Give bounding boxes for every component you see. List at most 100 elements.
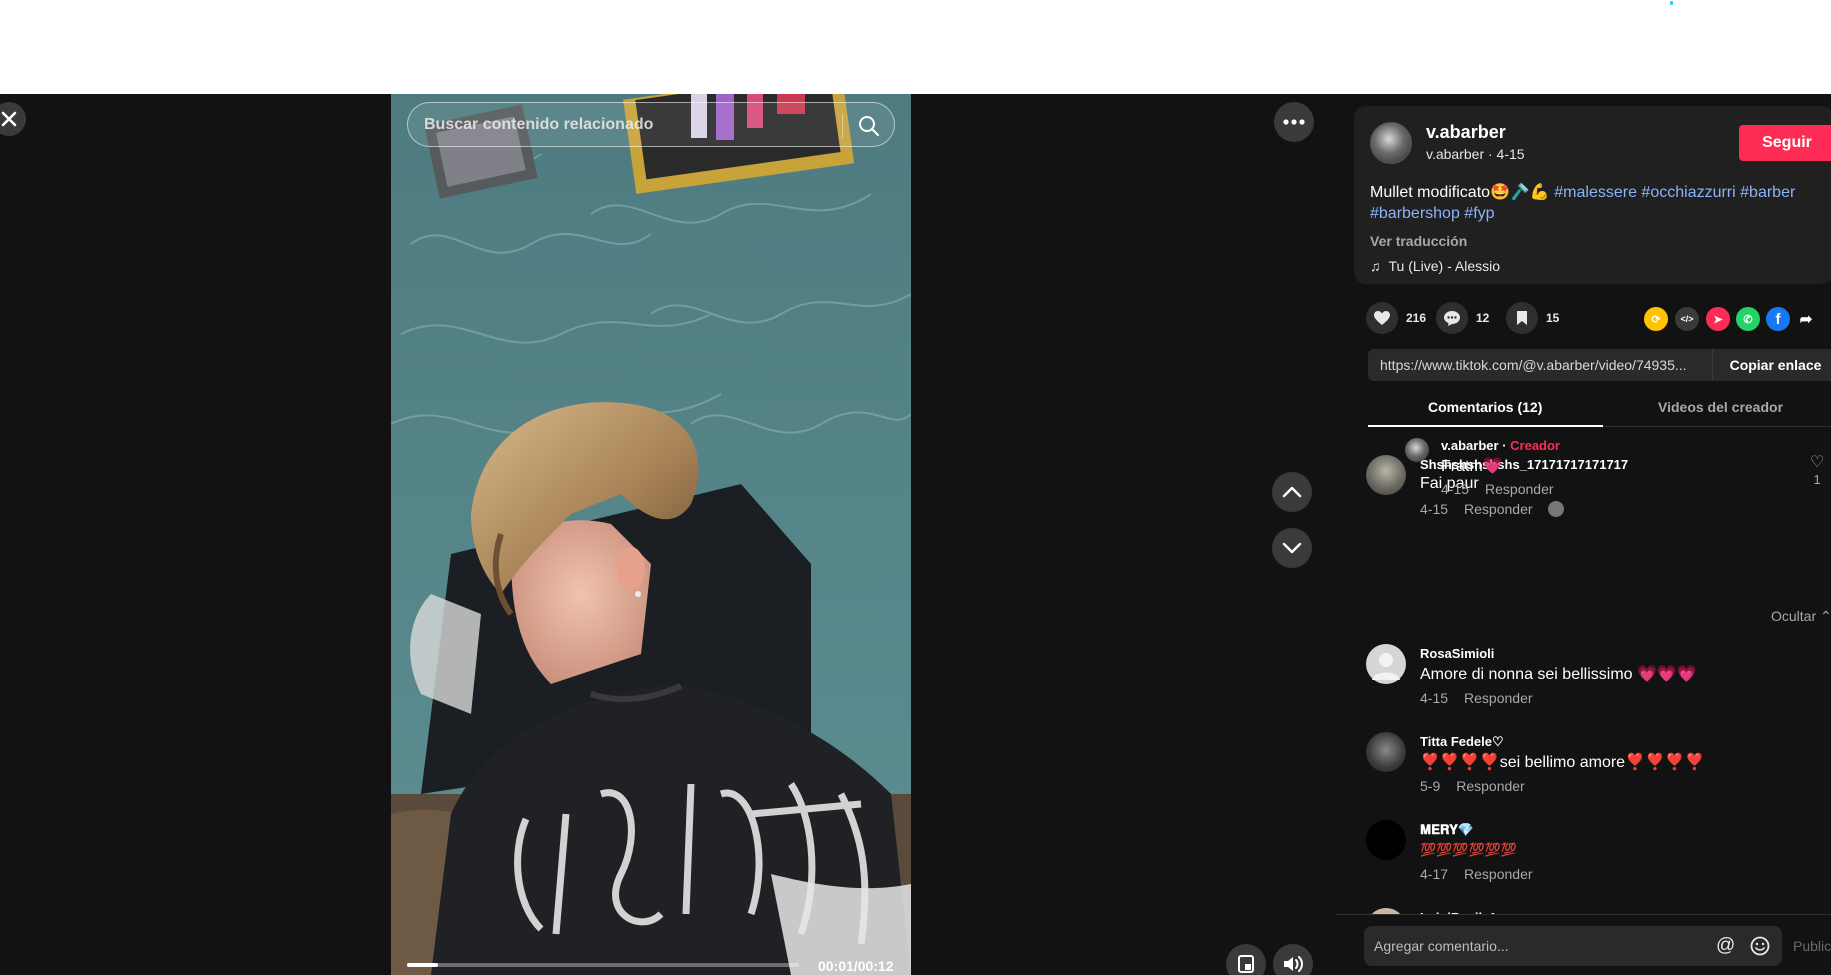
hide-replies-button[interactable]: Ocultar ⌃: [1771, 608, 1831, 625]
reply-meta: 4-15 Responder: [1441, 481, 1554, 497]
commenter-avatar[interactable]: [1366, 820, 1406, 860]
save-action[interactable]: 15: [1506, 302, 1559, 334]
reply-button[interactable]: Responder: [1464, 501, 1533, 517]
reply-date: 4-15: [1441, 481, 1470, 497]
facebook-share-button[interactable]: f: [1766, 307, 1790, 331]
tab-comments[interactable]: Comentarios (12): [1428, 399, 1542, 415]
commenter-name[interactable]: RosaSimioli: [1420, 646, 1494, 661]
facebook-icon: f: [1775, 310, 1781, 328]
comment-date: 4-15: [1420, 501, 1449, 517]
search-divider: [842, 114, 843, 138]
comment-text: Amore di nonna sei bellissimo 💗💗💗: [1420, 666, 1697, 683]
comment-composer: Agregar comentario... @ Publicar: [1336, 914, 1831, 975]
hashtag-link[interactable]: #barber: [1740, 184, 1795, 201]
video-progress-fill: [407, 963, 439, 967]
comment-meta: 5-9 Responder: [1420, 778, 1525, 794]
reply-like-count: 1: [1813, 472, 1821, 487]
more-share-button[interactable]: ➦: [1794, 307, 1818, 331]
reply-author-name: v.abarber: [1441, 438, 1499, 453]
video-stage: Buscar contenido relacionado 00:01/00:12: [0, 94, 1336, 975]
heart-icon: [1374, 311, 1390, 325]
author-avatar[interactable]: [1370, 122, 1412, 164]
commenter-avatar[interactable]: [1366, 455, 1406, 495]
heart-outline-icon: ♡: [1810, 454, 1825, 471]
hashtag-link[interactable]: #barbershop: [1370, 205, 1460, 222]
previous-video-button[interactable]: [1272, 472, 1312, 512]
reply-avatar[interactable]: [1405, 438, 1429, 462]
related-search-placeholder: Buscar contenido relacionado: [424, 116, 654, 133]
reply-button[interactable]: Responder: [1456, 778, 1525, 794]
whatsapp-share-button[interactable]: ✆: [1736, 307, 1760, 331]
commenter-name[interactable]: 𝐌𝐄𝐑𝐘💎: [1420, 822, 1474, 838]
embed-code-icon: </>: [1680, 314, 1694, 324]
related-search-box[interactable]: Buscar contenido relacionado: [407, 102, 895, 147]
send-icon: ➤: [1713, 313, 1723, 326]
reply-button[interactable]: Responder: [1464, 690, 1533, 706]
video-progress-bar[interactable]: [407, 963, 799, 967]
commenter-avatar[interactable]: [1366, 732, 1406, 772]
reply-button[interactable]: Responder: [1485, 481, 1554, 497]
comment-icon: [1444, 310, 1460, 326]
panel-tabs: Comentarios (12) Videos del creador: [1368, 391, 1831, 427]
volume-button[interactable]: [1273, 944, 1313, 975]
comment-action[interactable]: 12: [1436, 302, 1489, 334]
more-horizontal-icon: [1283, 119, 1305, 125]
bookmark-icon: [1517, 311, 1527, 325]
action-bar: 216 12 15 ⟳ </> ➤ ✆ f ➦: [1366, 302, 1831, 334]
like-action[interactable]: 216: [1366, 302, 1426, 334]
hide-replies-label: Ocultar: [1771, 608, 1817, 624]
see-translation-link[interactable]: Ver traducción: [1370, 233, 1467, 249]
repost-button[interactable]: ⟳: [1644, 307, 1668, 331]
close-icon: [1, 111, 17, 127]
search-icon[interactable]: [856, 113, 882, 139]
close-button[interactable]: [0, 102, 26, 136]
music-link[interactable]: ♫ Tu (Live) - Alessio: [1370, 258, 1500, 274]
comment-input[interactable]: Agregar comentario... @: [1364, 926, 1782, 966]
tab-creator-videos[interactable]: Videos del creador: [1658, 399, 1783, 415]
video-player[interactable]: Buscar contenido relacionado 00:01/00:12: [391, 94, 911, 975]
hashtag-link[interactable]: #malessere: [1554, 184, 1637, 201]
comment-meta: 4-15 Responder: [1420, 690, 1533, 706]
embed-button[interactable]: </>: [1675, 307, 1699, 331]
send-button[interactable]: ➤: [1706, 307, 1730, 331]
default-avatar-icon: [1372, 653, 1400, 680]
video-time: 00:01/00:12: [818, 958, 894, 974]
caption-text: Mullet modificato🤩🪒💪: [1370, 184, 1550, 201]
mention-icon[interactable]: @: [1716, 935, 1735, 957]
next-video-button[interactable]: [1272, 528, 1312, 568]
post-info-card: v.abarber v.abarber · 4-15 Seguir Mullet…: [1354, 106, 1831, 284]
copy-link-button[interactable]: Copiar enlace: [1712, 349, 1831, 381]
reply-button[interactable]: Responder: [1464, 866, 1533, 882]
video-url[interactable]: https://www.tiktok.com/@v.abarber/video/…: [1380, 357, 1710, 373]
chevron-up-icon: [1282, 486, 1302, 498]
reply-like[interactable]: ♡ 1: [1810, 452, 1824, 487]
top-bar: [0, 0, 1831, 94]
active-tab-indicator: [1368, 425, 1603, 427]
video-frame-image: [391, 94, 911, 975]
floating-player-button[interactable]: [1226, 944, 1266, 975]
share-link-bar: https://www.tiktok.com/@v.abarber/video/…: [1368, 349, 1831, 381]
author-username[interactable]: v.abarber: [1426, 122, 1506, 143]
hashtag-link[interactable]: #fyp: [1464, 205, 1494, 222]
more-options-button[interactable]: [1274, 102, 1314, 142]
creator-label: Creador: [1510, 438, 1560, 453]
follow-button[interactable]: Seguir: [1739, 125, 1831, 161]
details-panel: v.abarber v.abarber · 4-15 Seguir Mullet…: [1336, 94, 1831, 975]
reply-author[interactable]: v.abarber · Creador: [1441, 438, 1560, 453]
like-count: 216: [1406, 311, 1427, 325]
comment-date: 4-15: [1420, 690, 1449, 706]
post-comment-button[interactable]: Publicar: [1793, 938, 1831, 954]
commenter-name[interactable]: Titta Fedele♡: [1420, 734, 1504, 750]
comment-date: 4-17: [1420, 866, 1449, 882]
commenter-avatar[interactable]: [1366, 644, 1406, 684]
emoji-icon[interactable]: [1750, 936, 1770, 956]
comment-count: 12: [1476, 311, 1490, 325]
comment-meta: 4-17 Responder: [1420, 866, 1533, 882]
comment-meta: 4-15 Responder: [1420, 501, 1565, 517]
loading-indicator: [1670, 1, 1673, 5]
share-arrow-icon: ➦: [1799, 311, 1813, 328]
hashtag-link[interactable]: #occhiazzurri: [1641, 184, 1735, 201]
whatsapp-icon: ✆: [1743, 313, 1753, 326]
comment-text: ❣️❣️❣️❣️sei bellimo amore❣️❣️❣️❣️: [1420, 754, 1705, 771]
repost-icon: ⟳: [1651, 313, 1661, 326]
